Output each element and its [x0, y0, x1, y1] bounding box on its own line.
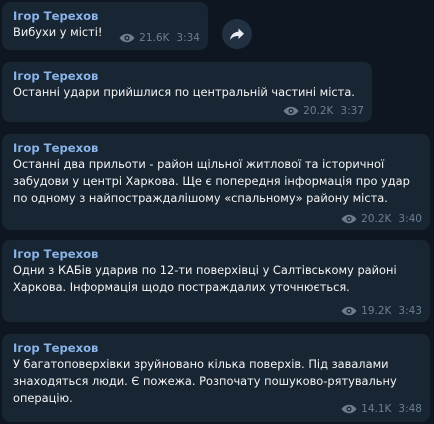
view-count: 21.6K	[139, 32, 170, 44]
eye-icon	[341, 214, 357, 224]
message-meta: 19.2K 3:43	[341, 304, 422, 318]
author-name[interactable]: Ігор Терехов	[13, 140, 420, 156]
view-count: 19.2K	[361, 305, 392, 317]
message-bubble[interactable]: Ігор Терехов Вибухи у місті! 21.6K 3:34	[2, 2, 208, 50]
eye-icon	[283, 106, 299, 116]
message-text-line: Харкова. Інформація щодо постраждалих ут…	[13, 280, 350, 294]
message-meta: 21.6K 3:34	[119, 31, 200, 45]
message-bubble[interactable]: Ігор Терехов Останні удари прийшлися по …	[2, 62, 372, 122]
message-bubble[interactable]: Ігор Терехов У багатоповерхівки зруйнова…	[2, 334, 430, 422]
eye-icon	[341, 306, 357, 316]
share-arrow-icon	[230, 28, 244, 40]
view-count: 20.2K	[303, 105, 334, 117]
message-text: Останні удари прийшлися по центральній ч…	[13, 85, 355, 99]
message-bubble[interactable]: Ігор Терехов Одни з КАБів ударив по 12-т…	[2, 240, 430, 322]
message-time: 3:37	[340, 105, 364, 117]
message-time: 3:34	[176, 32, 200, 44]
message-bubble[interactable]: Ігор Терехов Останні два прильоти - райо…	[2, 134, 430, 230]
message-time: 3:48	[398, 403, 422, 415]
message-text-line: знаходяться люди. Є пожежа. Розпочату по…	[13, 374, 397, 388]
message-text-line: Одни з КАБів ударив по 12-ти поверхівці …	[13, 263, 397, 277]
author-name[interactable]: Ігор Терехов	[13, 68, 362, 84]
message-text-line: по одному з найпостраждалішому «спальном…	[13, 191, 388, 205]
message-text-line: У багатоповерхівки зруйновано кілька пов…	[13, 357, 389, 371]
author-name[interactable]: Ігор Терехов	[13, 246, 420, 262]
author-name[interactable]: Ігор Терехов	[13, 8, 198, 24]
message-text-line: забудови у центрі Харкова. Ще є попередн…	[13, 174, 410, 188]
view-count: 14.1K	[361, 403, 392, 415]
message-meta: 14.1K 3:48	[341, 402, 422, 416]
author-name[interactable]: Ігор Терехов	[13, 340, 420, 356]
message-meta: 20.2K 3:37	[283, 104, 364, 118]
eye-icon	[119, 33, 135, 43]
message-meta: 20.2K 3:40	[341, 212, 422, 226]
share-button[interactable]	[222, 19, 252, 49]
message-time: 3:40	[398, 213, 422, 225]
view-count: 20.2K	[361, 213, 392, 225]
eye-icon	[341, 404, 357, 414]
message-time: 3:43	[398, 305, 422, 317]
message-feed: Ігор Терехов Вибухи у місті! 21.6K 3:34 …	[0, 0, 434, 424]
message-text-line: Останні два прильоти - район щільної жит…	[13, 157, 385, 171]
